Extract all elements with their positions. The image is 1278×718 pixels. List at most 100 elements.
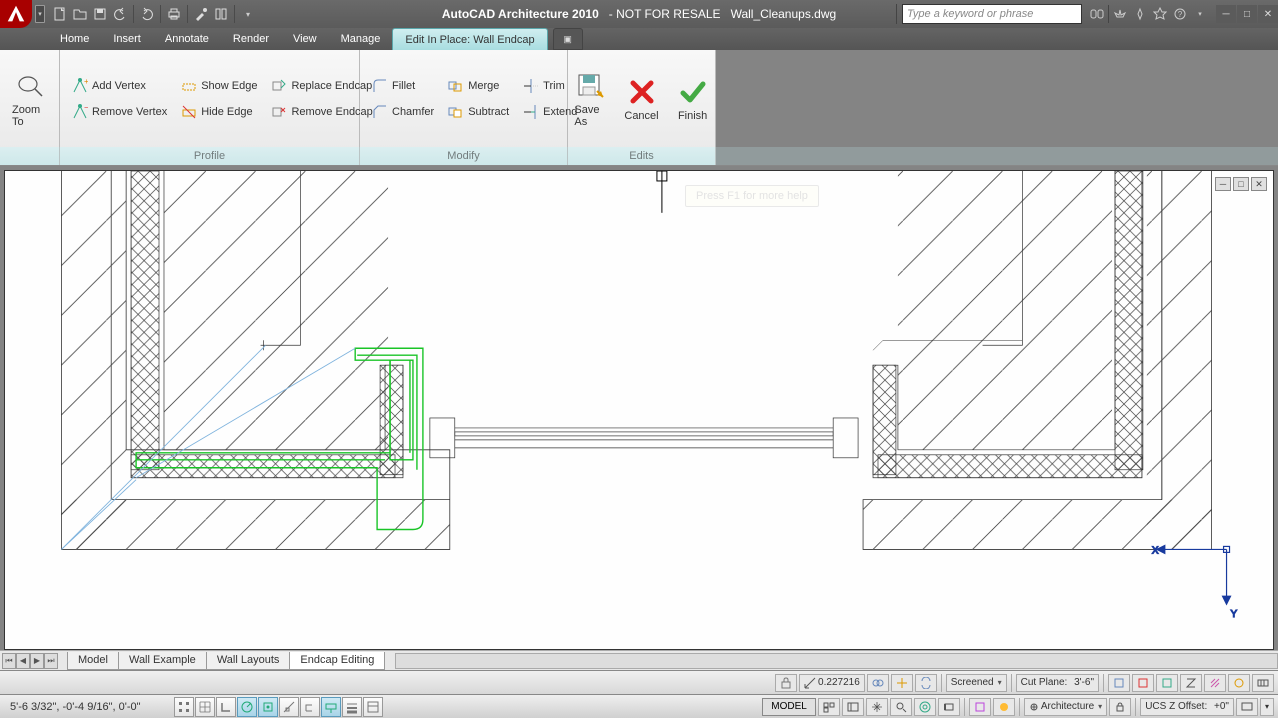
qat-item-icon[interactable] <box>212 5 230 23</box>
layout-tab-wall-layouts[interactable]: Wall Layouts <box>206 652 291 670</box>
elevation-toggle-1-icon[interactable] <box>1108 674 1130 692</box>
elevation-toggle-3-icon[interactable] <box>1156 674 1178 692</box>
tab-home[interactable]: Home <box>48 28 101 50</box>
zoom-to-button[interactable]: Zoom To <box>8 68 51 130</box>
finish-button[interactable]: Finish <box>673 74 713 124</box>
lineweight-toggle[interactable] <box>342 697 362 717</box>
qp-toggle[interactable] <box>363 697 383 717</box>
ducs-toggle[interactable] <box>300 697 320 717</box>
layer-keyoff-icon[interactable] <box>1228 674 1250 692</box>
tab-annotate[interactable]: Annotate <box>153 28 221 50</box>
layout-tab-wall-example[interactable]: Wall Example <box>118 652 207 670</box>
tab-nav-prev-icon[interactable]: ◀ <box>16 653 30 669</box>
osnap-toggle[interactable] <box>258 697 278 717</box>
redo-icon[interactable] <box>138 5 156 23</box>
finish-icon <box>677 76 709 108</box>
help-dropdown-icon[interactable]: ▾ <box>1191 5 1209 23</box>
isolate-objects-icon[interactable] <box>993 698 1015 716</box>
search-icon[interactable] <box>1088 5 1106 23</box>
toolbar-lock-icon[interactable] <box>1109 698 1131 716</box>
help-tooltip: Press F1 for more help <box>685 185 819 207</box>
open-icon[interactable] <box>71 5 89 23</box>
close-button[interactable]: ✕ <box>1258 5 1278 23</box>
tab-manage[interactable]: Manage <box>329 28 393 50</box>
match-props-icon[interactable] <box>192 5 210 23</box>
tab-nav-first-icon[interactable]: ⏮ <box>2 653 16 669</box>
surface-hatch-icon[interactable] <box>1204 674 1226 692</box>
layout-scrollbar[interactable] <box>395 653 1278 669</box>
annotation-scale-button[interactable]: 0.227216 <box>799 674 865 692</box>
subtract-button[interactable]: Subtract <box>444 101 513 123</box>
annotation-monitor-icon[interactable] <box>969 698 991 716</box>
tab-edit-in-place[interactable]: Edit In Place: Wall Endcap <box>392 28 547 50</box>
qat-customize-icon[interactable]: ▾ <box>239 5 257 23</box>
merge-button[interactable]: Merge <box>444 75 513 97</box>
model-space-button[interactable]: MODEL <box>762 698 816 716</box>
polar-toggle[interactable] <box>237 697 257 717</box>
annotation-sync-icon[interactable] <box>915 674 937 692</box>
showmotion-icon[interactable] <box>938 698 960 716</box>
quickview-layouts-icon[interactable] <box>818 698 840 716</box>
quickview-drawings-icon[interactable] <box>842 698 864 716</box>
grid-toggle[interactable] <box>195 697 215 717</box>
subtract-icon <box>448 104 464 120</box>
remove-vertex-icon: − <box>72 104 88 120</box>
add-vertex-button[interactable]: +Add Vertex <box>68 75 171 97</box>
workspace-dropdown[interactable]: Architecture <box>1024 698 1107 716</box>
status-customize-icon[interactable]: ▾ <box>1260 698 1274 716</box>
snap-toggle[interactable] <box>174 697 194 717</box>
dyn-toggle[interactable] <box>321 697 341 717</box>
ortho-toggle[interactable] <box>216 697 236 717</box>
visual-style-dropdown[interactable]: Screened <box>946 674 1007 692</box>
exchange-icon[interactable] <box>1131 5 1149 23</box>
layout-tab-endcap-editing[interactable]: Endcap Editing <box>289 652 385 670</box>
fillet-button[interactable]: Fillet <box>368 75 438 97</box>
ribbon-expand-icon[interactable]: ▣ <box>553 28 583 50</box>
undo-icon[interactable] <box>111 5 129 23</box>
show-edge-button[interactable]: Show Edge <box>177 75 261 97</box>
lock-toggle-icon[interactable] <box>775 674 797 692</box>
ucs-offset-display[interactable]: UCS Z Offset: +0" <box>1140 698 1234 716</box>
subscription-icon[interactable] <box>1111 5 1129 23</box>
tab-insert[interactable]: Insert <box>101 28 153 50</box>
search-input[interactable]: Type a keyword or phrase <box>902 4 1082 24</box>
hide-edge-button[interactable]: Hide Edge <box>177 101 261 123</box>
help-icon[interactable]: ? <box>1171 5 1189 23</box>
tab-nav-last-icon[interactable]: ⏭ <box>44 653 58 669</box>
layout-tab-model[interactable]: Model <box>67 652 119 670</box>
panel-title-edits: Edits <box>568 147 715 165</box>
otrack-toggle[interactable] <box>279 697 299 717</box>
annotation-visibility-icon[interactable] <box>867 674 889 692</box>
viewport-minimize-icon[interactable]: ─ <box>1215 177 1231 191</box>
chamfer-icon <box>372 104 388 120</box>
window-title: AutoCAD Architecture 2010 - NOT FOR RESA… <box>442 7 836 21</box>
favorite-icon[interactable] <box>1151 5 1169 23</box>
steering-wheel-icon[interactable] <box>914 698 936 716</box>
viewport-maximize-icon[interactable]: □ <box>1233 177 1249 191</box>
pan-icon[interactable] <box>866 698 888 716</box>
new-icon[interactable] <box>51 5 69 23</box>
tab-render[interactable]: Render <box>221 28 281 50</box>
zoom-icon[interactable] <box>890 698 912 716</box>
print-icon[interactable] <box>165 5 183 23</box>
viewport-close-icon[interactable]: ✕ <box>1251 177 1267 191</box>
unit-toggle-icon[interactable] <box>1252 674 1274 692</box>
save-as-button[interactable]: Save As <box>570 68 610 130</box>
maximize-button[interactable]: □ <box>1237 5 1257 23</box>
cancel-button[interactable]: Cancel <box>620 74 662 124</box>
drawing-canvas[interactable]: ─ □ ✕ Press F1 for more help <box>4 170 1274 650</box>
remove-vertex-button[interactable]: −Remove Vertex <box>68 101 171 123</box>
app-menu-button[interactable] <box>0 0 32 28</box>
annotation-autoscale-icon[interactable] <box>891 674 913 692</box>
chamfer-button[interactable]: Chamfer <box>368 101 438 123</box>
cut-plane-button[interactable]: Cut Plane: 3'-6" <box>1016 674 1099 692</box>
tab-view[interactable]: View <box>281 28 329 50</box>
drawing-area-wrap: ─ □ ✕ Press F1 for more help <box>0 166 1278 650</box>
elevation-toggle-2-icon[interactable] <box>1132 674 1154 692</box>
minimize-button[interactable]: ─ <box>1216 5 1236 23</box>
app-menu-dropdown[interactable]: ▾ <box>35 5 45 23</box>
save-icon[interactable] <box>91 5 109 23</box>
tab-nav-next-icon[interactable]: ▶ <box>30 653 44 669</box>
replace-z-icon[interactable] <box>1180 674 1202 692</box>
clean-screen-icon[interactable] <box>1236 698 1258 716</box>
